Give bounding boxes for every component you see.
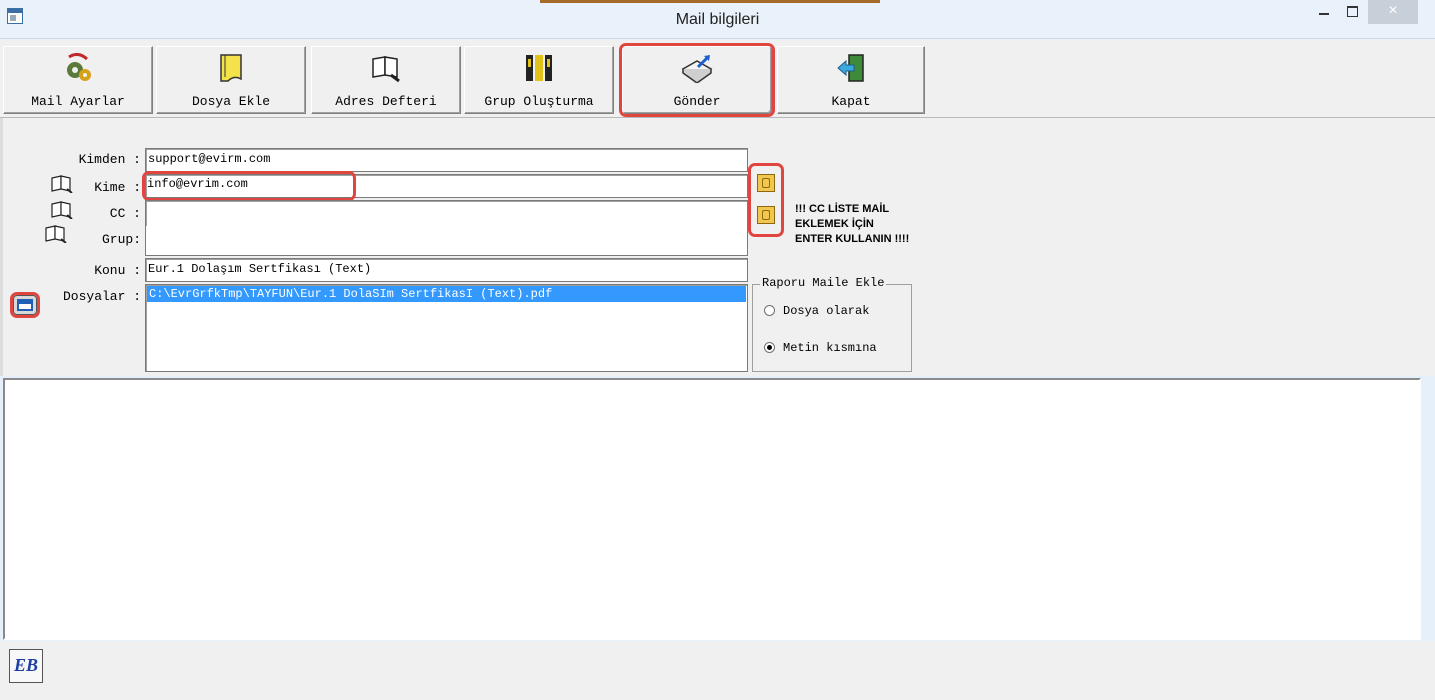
toolbar: Mail Ayarlar Dosya Ekle Adres Defteri Gr… [0, 39, 1435, 118]
to-add-button[interactable] [757, 174, 775, 192]
as-file-label: Dosya olarak [783, 304, 870, 318]
message-body-editor[interactable] [3, 378, 1421, 640]
attach-report-group [752, 284, 912, 372]
cc-note-line: EKLEMEK İÇİN [795, 218, 874, 230]
create-group-button[interactable]: Grup Oluşturma [464, 46, 614, 114]
close-window-button[interactable]: Kapat [777, 46, 925, 114]
address-book-icon [372, 56, 400, 83]
files-label: Dosyalar : [62, 289, 141, 304]
folder-icon [220, 54, 242, 82]
app-logo: EB [9, 649, 43, 683]
cc-note: !!! CC LİSTE MAİL EKLEMEK İÇİN ENTER KUL… [795, 202, 909, 247]
close-window-label: Kapat [831, 94, 871, 109]
to-field-value: info@evrim.com [142, 171, 356, 201]
address-book-button[interactable]: Adres Defteri [311, 46, 461, 114]
subject-field[interactable]: Eur.1 Dolaşım Sertfikası (Text) [145, 258, 748, 282]
title-strip [540, 0, 880, 3]
status-bar: EB [0, 641, 1435, 700]
title-bar: Mail bilgileri × [0, 0, 1435, 39]
address-book-icon[interactable] [51, 175, 73, 193]
create-group-label: Grup Oluşturma [484, 94, 594, 109]
address-book-icon[interactable] [51, 201, 73, 219]
minimize-button[interactable] [1311, 0, 1337, 24]
address-book-label: Adres Defteri [335, 94, 437, 109]
attach-report-title: Raporu Maile Ekle [760, 276, 887, 290]
in-body-radio[interactable] [764, 342, 775, 353]
from-field[interactable]: support@evirm.com [145, 148, 748, 172]
cc-note-line: ENTER KULLANIN !!!! [795, 233, 910, 245]
maximize-icon [1347, 6, 1358, 17]
mail-settings-label: Mail Ayarlar [31, 94, 125, 109]
subject-label: Konu : [94, 263, 141, 278]
add-file-button[interactable]: Dosya Ekle [156, 46, 306, 114]
add-file-label: Dosya Ekle [191, 94, 270, 109]
file-item[interactable]: C:\EvrGrfkTmp\TAYFUN\Eur.1 DolaSIm Sertf… [147, 286, 746, 302]
mail-form: Kimden : support@evirm.com Kime : info@e… [0, 118, 1435, 376]
exit-door-icon [837, 54, 864, 82]
cc-label: CC : [109, 206, 141, 221]
group-label: Grup: [101, 232, 141, 247]
as-file-radio[interactable] [764, 305, 775, 316]
close-icon: × [1388, 2, 1398, 19]
send-icon [681, 55, 713, 83]
group-field[interactable] [145, 226, 748, 256]
cc-add-button[interactable] [757, 206, 775, 224]
close-button[interactable]: × [1368, 0, 1418, 24]
from-label: Kimden : [78, 152, 141, 167]
window-title: Mail bilgileri [675, 11, 760, 28]
address-book-icon[interactable] [45, 225, 67, 243]
send-button[interactable]: Gönder [619, 43, 775, 117]
files-list[interactable]: C:\EvrGrfkTmp\TAYFUN\Eur.1 DolaSIm Sertf… [145, 284, 748, 372]
maximize-button[interactable] [1339, 0, 1365, 24]
mail-settings-button[interactable]: Mail Ayarlar [3, 46, 153, 114]
minimize-icon [1319, 13, 1329, 15]
to-label: Kime : [94, 180, 141, 195]
cc-note-line: !!! CC LİSTE MAİL [795, 203, 890, 215]
send-label: Gönder [673, 94, 721, 109]
in-body-label: Metin kısmına [783, 341, 877, 355]
group-icon [526, 55, 552, 81]
gear-mail-icon [67, 53, 91, 81]
